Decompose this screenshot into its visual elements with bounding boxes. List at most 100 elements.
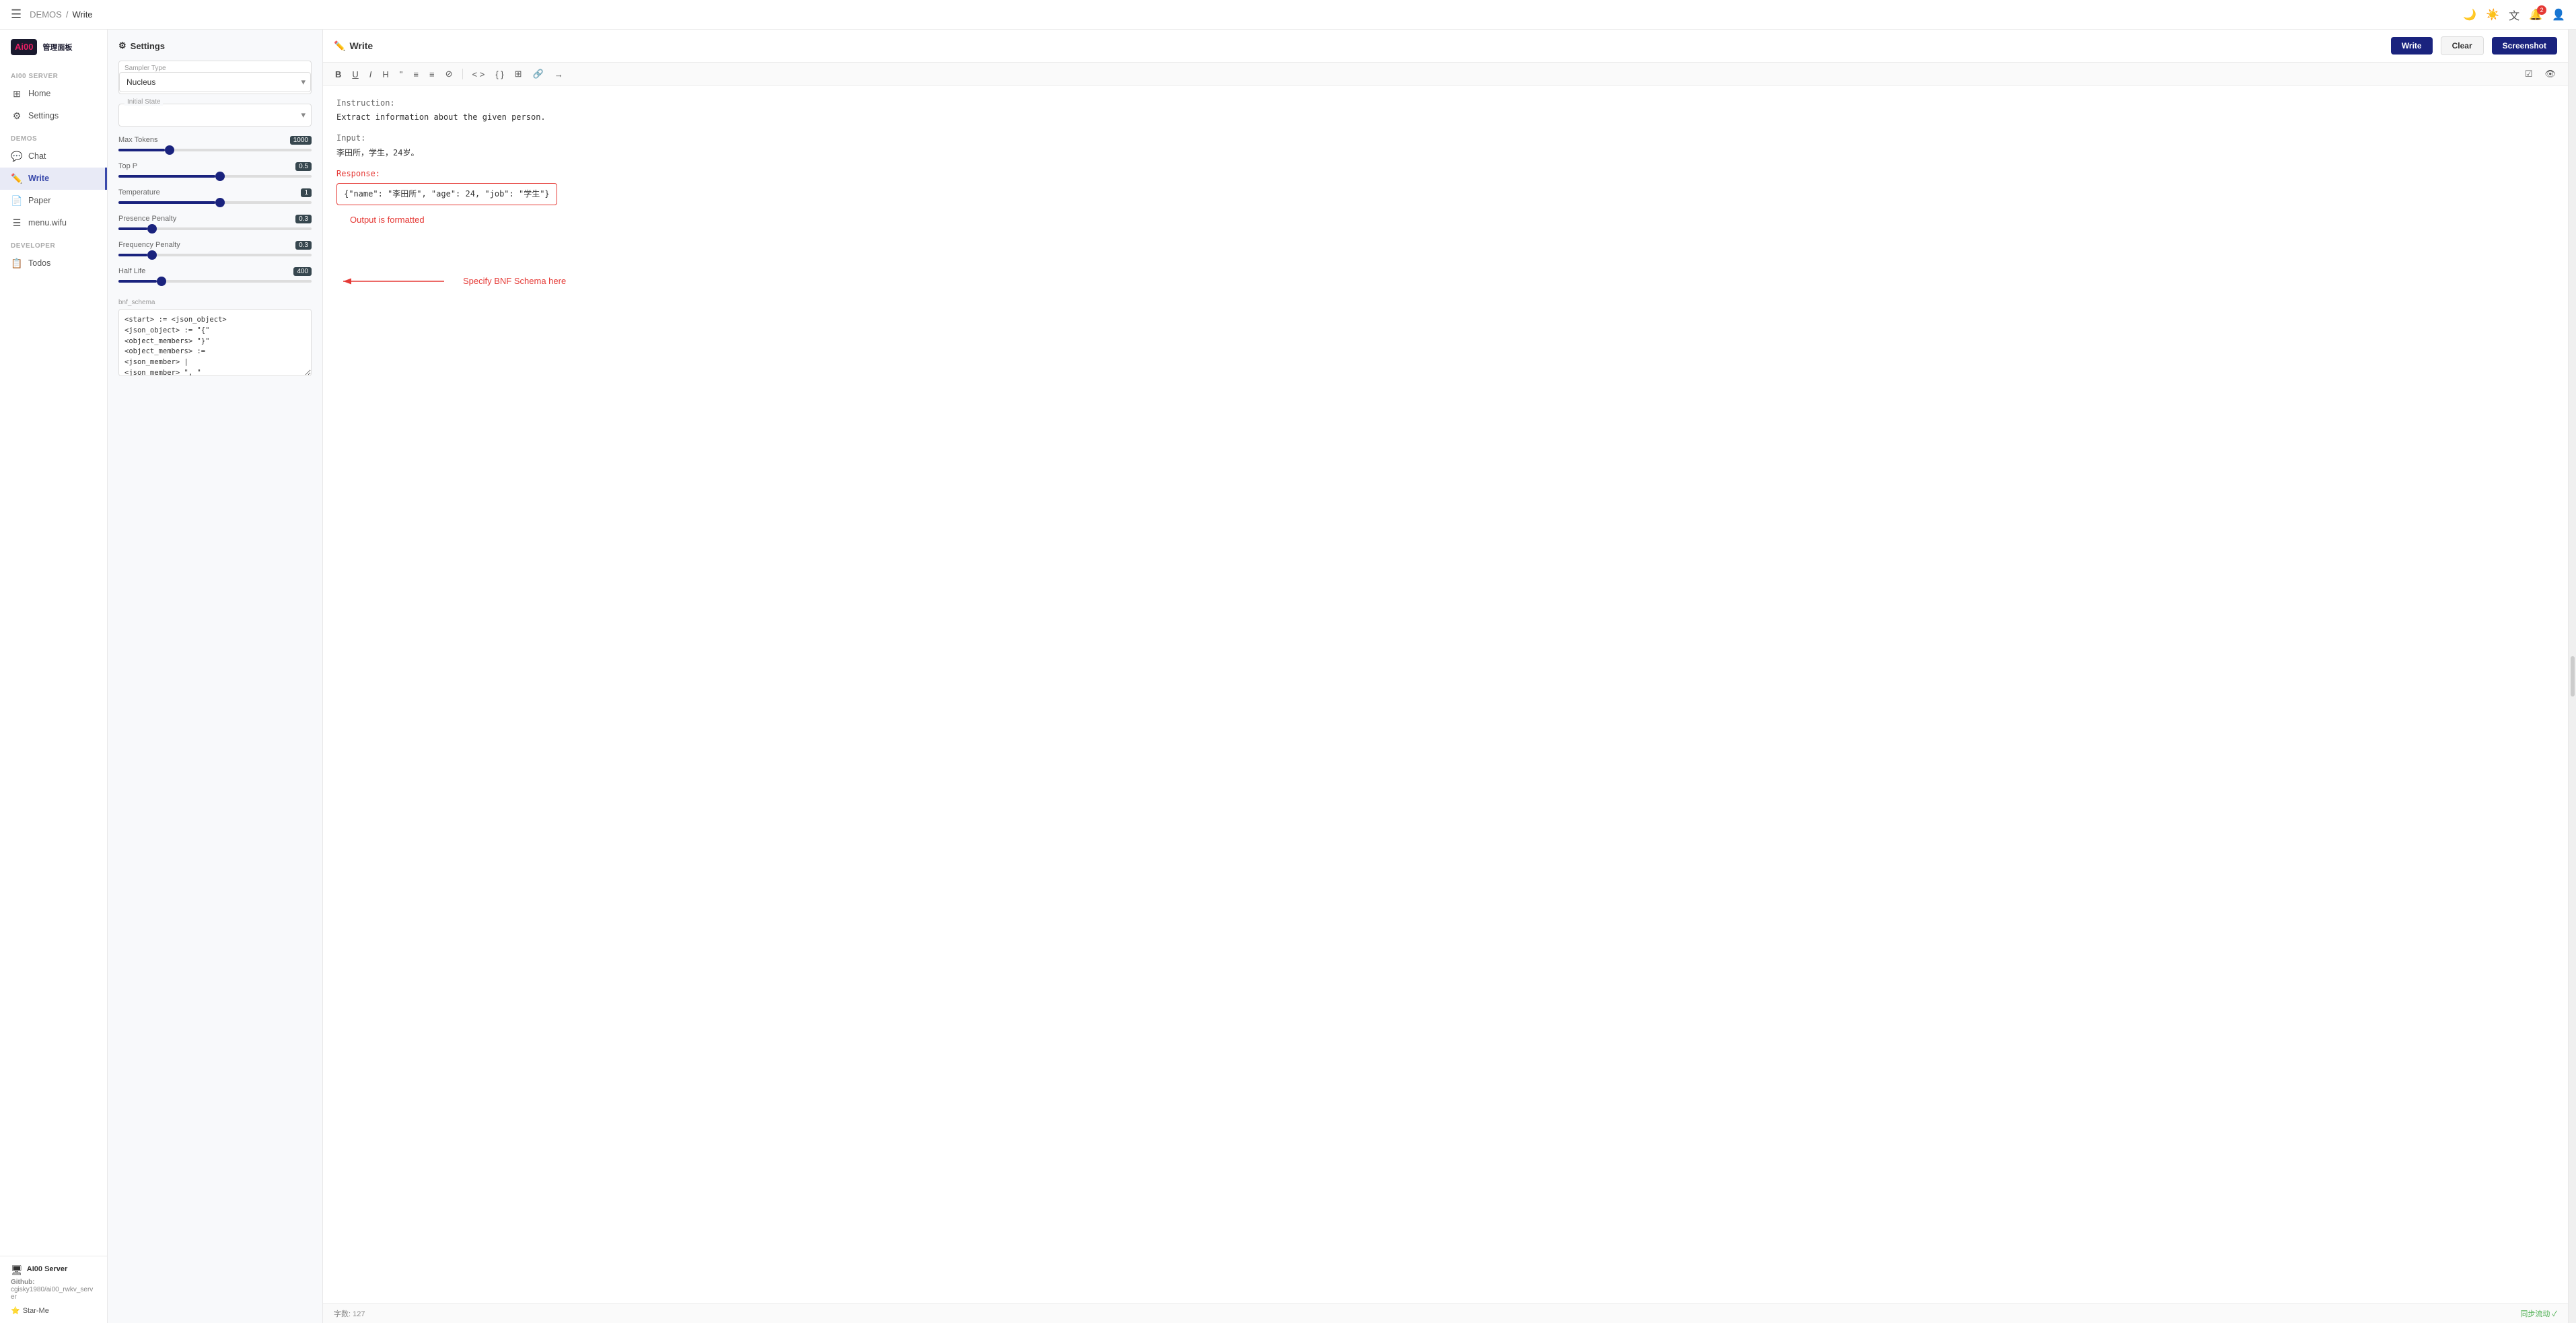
instruction-label: Instruction: — [336, 97, 2554, 110]
checkbox-button[interactable]: ☑ — [2521, 67, 2537, 81]
chat-icon: 💬 — [11, 151, 23, 162]
top-p-thumb[interactable] — [215, 172, 225, 181]
input-value: 李田所，学生，24岁。 — [336, 147, 2554, 159]
screenshot-button[interactable]: Screenshot — [2492, 37, 2557, 55]
sidebar-item-home-label: Home — [28, 89, 50, 98]
sidebar-item-settings[interactable]: ⚙ Settings — [0, 105, 107, 127]
presence-penalty-label: Presence Penalty — [118, 215, 176, 223]
editor-title: ✏️ Write — [334, 40, 2383, 52]
logo: Ai00 管理面板 — [0, 30, 107, 65]
star-me-label: Star-Me — [23, 1307, 49, 1315]
user-icon[interactable]: 👤 — [2552, 8, 2565, 22]
editor-header: ✏️ Write Write Clear Screenshot — [323, 30, 2568, 63]
theme-light-icon[interactable]: ☀️ — [2486, 8, 2499, 22]
list-button[interactable]: ≡ — [409, 67, 423, 81]
italic-button[interactable]: I — [365, 67, 376, 81]
bnf-arrow-svg — [336, 268, 458, 295]
clear-button[interactable]: Clear — [2441, 36, 2484, 55]
response-box: {"name": "李田所", "age": 24, "job": "学生"} — [336, 183, 557, 205]
bold-button[interactable]: B — [331, 67, 345, 81]
sidebar-item-paper[interactable]: 📄 Paper — [0, 190, 107, 212]
temperature-thumb[interactable] — [215, 198, 225, 207]
toolbar-divider-1 — [462, 69, 463, 79]
quote-button[interactable]: " — [396, 67, 407, 81]
presence-penalty-track — [118, 227, 312, 230]
sidebar-item-chat[interactable]: 💬 Chat — [0, 145, 107, 168]
editor-panel: ✏️ Write Write Clear Screenshot B U I H … — [323, 30, 2568, 1323]
presence-penalty-slider-group: Presence Penalty 0.3 — [118, 215, 312, 230]
half-life-slider-group: Half Life 400 — [118, 267, 312, 283]
settings-icon: ⚙ — [11, 110, 23, 122]
language-icon[interactable]: 文 — [2509, 7, 2519, 23]
initial-state-select[interactable] — [119, 106, 311, 124]
max-tokens-track — [118, 149, 312, 151]
breadcrumb-demos: DEMOS — [30, 9, 62, 20]
sidebar-item-settings-label: Settings — [28, 111, 59, 120]
sampler-type-select[interactable]: Nucleus Typical — [119, 72, 311, 92]
half-life-thumb[interactable] — [157, 277, 166, 286]
sidebar: Ai00 管理面板 AI00 SERVER ⊞ Home ⚙ Settings … — [0, 30, 108, 1323]
bnf-annotation-text: Specify BNF Schema here — [463, 275, 566, 289]
footer-github-link[interactable]: cgisky1980/ai00_rwkv_server — [11, 1286, 96, 1301]
top-p-value: 0.5 — [295, 162, 312, 171]
topnav: ☰ DEMOS / Write 🌙 ☀️ 文 🔔 2 👤 — [0, 0, 2576, 30]
code-block-button[interactable]: { } — [491, 67, 507, 81]
star-me-button[interactable]: ⭐ Star-Me — [11, 1306, 96, 1315]
underline-button[interactable]: U — [348, 67, 362, 81]
footer-github-label: Github: — [11, 1279, 96, 1286]
topnav-right: 🌙 ☀️ 文 🔔 2 👤 — [2463, 7, 2565, 23]
editor-content[interactable]: Instruction: Extract information about t… — [323, 86, 2568, 1303]
logo-box: Ai00 — [11, 39, 37, 55]
max-tokens-thumb[interactable] — [165, 145, 174, 155]
right-scrollbar[interactable] — [2568, 30, 2576, 1323]
presence-penalty-thumb[interactable] — [147, 224, 157, 234]
logo-text: 管理面板 — [42, 42, 72, 52]
instruction-value: Extract information about the given pers… — [336, 111, 2554, 124]
sidebar-item-home[interactable]: ⊞ Home — [0, 83, 107, 105]
sidebar-item-menu-wifu[interactable]: ☰ menu.wifu — [0, 212, 107, 234]
eye-button[interactable]: 👁 — [2540, 67, 2560, 81]
table-button[interactable]: ⊞ — [511, 67, 526, 81]
presence-penalty-fill — [118, 227, 147, 230]
server-icon: 🖥 — [11, 1264, 23, 1276]
notification-badge: 2 — [2537, 5, 2546, 15]
frequency-penalty-thumb[interactable] — [147, 250, 157, 260]
code-inline-button[interactable]: < > — [468, 67, 489, 81]
section-title-demos: DEMOS — [0, 127, 107, 145]
max-tokens-fill — [118, 149, 165, 151]
notification-icon[interactable]: 🔔 2 — [2529, 8, 2542, 22]
bnf-schema-textarea[interactable] — [118, 309, 312, 376]
sync-status: 同步流动 ✓ — [2520, 1308, 2557, 1319]
half-life-fill — [118, 280, 157, 283]
frequency-penalty-fill — [118, 254, 147, 256]
toolbar-right: ☑ 👁 — [2521, 67, 2560, 81]
response-label: Response: — [336, 168, 2554, 180]
sampler-type-group: Sampler Type Nucleus Typical ▾ — [118, 61, 312, 94]
heading-button[interactable]: H — [378, 67, 392, 81]
sidebar-item-menu-wifu-label: menu.wifu — [28, 218, 67, 227]
frequency-penalty-slider-group: Frequency Penalty 0.3 — [118, 241, 312, 256]
sidebar-item-todos[interactable]: 📋 Todos — [0, 252, 107, 275]
arrow-button[interactable]: → — [550, 67, 567, 81]
scroll-thumb[interactable] — [2571, 656, 2575, 696]
initial-state-label: Initial State — [124, 98, 163, 106]
ordered-list-button[interactable]: ≡ — [425, 67, 439, 81]
temperature-value: 1 — [301, 188, 312, 197]
strikethrough-button[interactable]: ⊘ — [441, 67, 457, 81]
sidebar-footer: 🖥 AI00 Server Github: cgisky1980/ai00_rw… — [0, 1256, 107, 1323]
menu-wifu-icon: ☰ — [11, 217, 23, 229]
top-p-track — [118, 175, 312, 178]
star-icon: ⭐ — [11, 1306, 20, 1315]
top-p-fill — [118, 175, 215, 178]
editor-toolbar: B U I H " ≡ ≡ ⊘ < > { } ⊞ 🔗 → ☑ 👁 — [323, 63, 2568, 86]
write-button[interactable]: Write — [2391, 37, 2433, 55]
theme-dark-icon[interactable]: 🌙 — [2463, 8, 2476, 22]
sidebar-item-write[interactable]: ✏️ Write — [0, 168, 107, 190]
section-title-server: AI00 SERVER — [0, 65, 107, 83]
link-button[interactable]: 🔗 — [529, 67, 548, 81]
editor-footer: 字数: 127 同步流动 ✓ — [323, 1303, 2568, 1323]
temperature-fill — [118, 201, 215, 204]
bnf-annotation-wrap: Specify BNF Schema here — [336, 268, 2554, 295]
menu-icon[interactable]: ☰ — [11, 7, 22, 22]
todos-icon: 📋 — [11, 258, 23, 269]
